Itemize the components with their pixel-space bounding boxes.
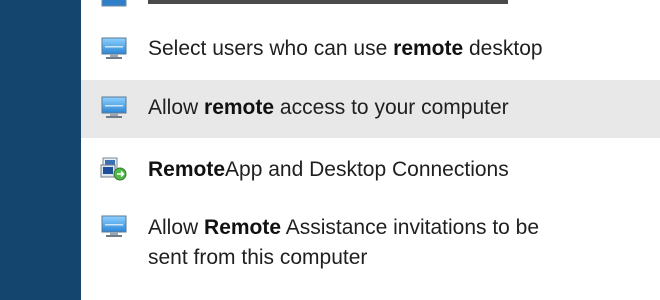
search-results-list: Select users who can use remote desktop …	[81, 0, 660, 300]
result-label-line-2: sent from this computer	[148, 246, 368, 269]
remote-settings-icon	[101, 215, 127, 237]
result-remote-assistance[interactable]: Allow Remote Assistance invitations to b…	[81, 208, 660, 284]
remote-settings-icon	[101, 37, 127, 59]
cut-off-label	[148, 0, 508, 4]
result-label: Allow Remote Assistance invitations to b…	[148, 213, 640, 273]
remote-settings-icon	[101, 96, 127, 118]
result-label: Allow remote access to your computer	[148, 96, 509, 119]
remote-settings-icon	[101, 0, 127, 7]
result-label-line-1: Allow Remote Assistance invitations to b…	[148, 216, 540, 239]
result-label: Select users who can use remote desktop	[148, 37, 543, 60]
result-label: RemoteApp and Desktop Connections	[148, 158, 509, 181]
result-select-users[interactable]: Select users who can use remote desktop	[81, 30, 660, 70]
result-remoteapp-connections[interactable]: RemoteApp and Desktop Connections	[81, 148, 660, 192]
result-allow-remote-access[interactable]: Allow remote access to your computer	[81, 80, 660, 138]
remoteapp-connections-icon	[100, 157, 127, 181]
list-item-cut-off[interactable]	[81, 0, 660, 7]
left-navigation-panel	[0, 0, 81, 300]
